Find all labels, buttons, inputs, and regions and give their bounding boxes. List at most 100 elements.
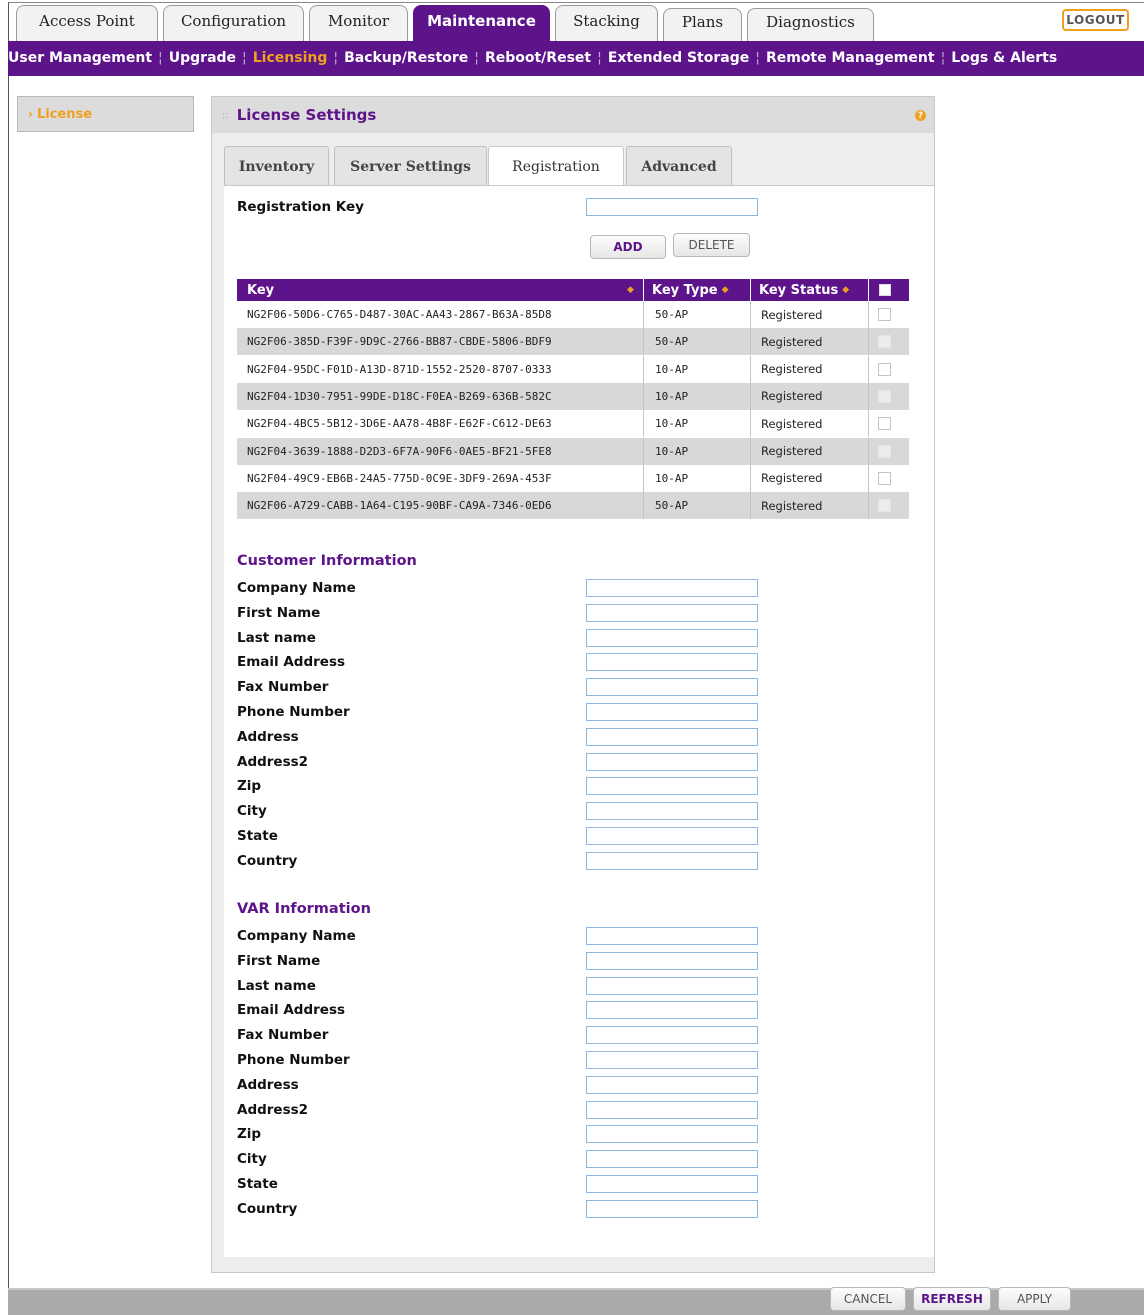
tab-inventory[interactable]: Inventory bbox=[224, 146, 329, 186]
license-settings-panel: :: License Settings ? Inventory Server S… bbox=[211, 96, 935, 1273]
key-table-header: Key ◆ Key Type ◆ Key Status ◆ bbox=[237, 279, 909, 301]
field-label: Address bbox=[237, 728, 299, 745]
drag-handle-icon: :: bbox=[222, 109, 229, 121]
add-button[interactable]: ADD bbox=[590, 235, 666, 259]
column-divider bbox=[868, 382, 869, 410]
column-divider bbox=[643, 382, 644, 410]
field-input[interactable] bbox=[586, 1100, 758, 1119]
field-input[interactable] bbox=[586, 579, 758, 597]
subnav-upgrade[interactable]: Upgrade bbox=[169, 50, 236, 66]
subnav-remote-management[interactable]: Remote Management bbox=[766, 50, 935, 66]
field-label: City bbox=[237, 803, 267, 820]
column-divider bbox=[643, 355, 644, 383]
sidebar-item-license[interactable]: › License bbox=[17, 96, 194, 132]
apply-button[interactable]: APPLY bbox=[998, 1287, 1071, 1311]
column-divider bbox=[750, 301, 751, 328]
tab-registration[interactable]: Registration bbox=[488, 146, 624, 187]
key-type-cell: 10-AP bbox=[655, 389, 689, 403]
help-icon[interactable]: ? bbox=[915, 110, 926, 121]
delete-button[interactable]: DELETE bbox=[673, 233, 750, 257]
field-label: Phone Number bbox=[237, 1052, 350, 1068]
tab-diagnostics[interactable]: Diagnostics bbox=[747, 8, 874, 41]
field-input[interactable] bbox=[586, 827, 758, 845]
table-row[interactable]: NG2F04-95DC-F01D-A13D-871D-1552-2520-870… bbox=[237, 355, 909, 383]
tab-configuration[interactable]: Configuration bbox=[163, 5, 304, 41]
row-checkbox[interactable] bbox=[878, 499, 891, 513]
field-input[interactable] bbox=[586, 1150, 758, 1169]
tab-monitor[interactable]: Monitor bbox=[309, 5, 408, 41]
tab-plans[interactable]: Plans bbox=[663, 8, 742, 41]
column-divider bbox=[750, 464, 751, 492]
column-divider bbox=[750, 355, 751, 383]
subnav-extended-storage[interactable]: Extended Storage bbox=[608, 50, 749, 66]
subnav-user-management[interactable]: User Management bbox=[8, 50, 152, 66]
field-input[interactable] bbox=[586, 727, 758, 746]
table-row[interactable]: NG2F06-A729-CABB-1A64-C195-90BF-CA9A-734… bbox=[237, 492, 909, 520]
row-checkbox[interactable] bbox=[878, 308, 891, 321]
table-row[interactable]: NG2F04-4BC5-5B12-3D6E-AA78-4B8F-E62F-C61… bbox=[237, 410, 909, 438]
row-checkbox[interactable] bbox=[878, 335, 891, 349]
sort-icon: ◆ bbox=[842, 285, 850, 295]
field-input[interactable] bbox=[586, 777, 758, 796]
field-input[interactable] bbox=[586, 1051, 758, 1069]
field-input[interactable] bbox=[586, 976, 758, 995]
cancel-button[interactable]: CANCEL bbox=[830, 1287, 906, 1311]
row-checkbox[interactable] bbox=[878, 362, 891, 376]
registration-key-input[interactable] bbox=[586, 198, 758, 216]
column-header-key-type[interactable]: Key Type ◆ bbox=[652, 279, 752, 301]
field-input[interactable] bbox=[586, 1199, 758, 1218]
key-cell: NG2F04-4BC5-5B12-3D6E-AA78-4B8F-E62F-C61… bbox=[247, 417, 552, 431]
tab-server-settings[interactable]: Server Settings bbox=[334, 146, 487, 186]
table-row[interactable]: NG2F06-385D-F39F-9D9C-2766-BB87-CBDE-580… bbox=[237, 328, 909, 356]
logout-button[interactable]: LOGOUT bbox=[1062, 9, 1129, 31]
row-checkbox[interactable] bbox=[878, 389, 891, 403]
subnav-backup-restore[interactable]: Backup/Restore bbox=[344, 50, 468, 66]
field-input[interactable] bbox=[586, 802, 758, 821]
table-row[interactable]: NG2F06-50D6-C765-D487-30AC-AA43-2867-B63… bbox=[237, 301, 909, 328]
row-checkbox[interactable] bbox=[878, 417, 891, 431]
field-input[interactable] bbox=[586, 851, 758, 870]
tab-stacking[interactable]: Stacking bbox=[555, 5, 658, 41]
tab-access-point[interactable]: Access Point bbox=[16, 5, 158, 41]
row-checkbox[interactable] bbox=[878, 471, 891, 485]
column-header-key[interactable]: Key bbox=[247, 279, 637, 301]
field-input[interactable] bbox=[586, 653, 758, 672]
subnav-reboot-reset[interactable]: Reboot/Reset bbox=[485, 50, 591, 66]
table-row[interactable]: NG2F04-49C9-EB6B-24A5-775D-0C9E-3DF9-269… bbox=[237, 464, 909, 492]
field-input[interactable] bbox=[586, 628, 758, 647]
sort-icon[interactable]: ◆ bbox=[623, 279, 634, 301]
key-cell: NG2F04-49C9-EB6B-24A5-775D-0C9E-3DF9-269… bbox=[247, 471, 552, 485]
tab-maintenance[interactable]: Maintenance bbox=[413, 5, 550, 41]
field-input[interactable] bbox=[586, 951, 758, 970]
key-type-cell: 10-AP bbox=[655, 471, 689, 485]
tab-advanced[interactable]: Advanced bbox=[626, 146, 732, 186]
field-input[interactable] bbox=[586, 1001, 758, 1020]
column-divider bbox=[750, 328, 751, 356]
key-cell: NG2F06-385D-F39F-9D9C-2766-BB87-CBDE-580… bbox=[247, 335, 552, 349]
key-type-cell: 10-AP bbox=[655, 362, 689, 376]
refresh-button[interactable]: REFRESH bbox=[913, 1287, 991, 1311]
field-input[interactable] bbox=[586, 1125, 758, 1144]
field-label: Phone Number bbox=[237, 704, 350, 720]
field-input[interactable] bbox=[586, 1075, 758, 1094]
field-input[interactable] bbox=[586, 703, 758, 721]
field-input[interactable] bbox=[586, 603, 758, 622]
table-row[interactable]: NG2F04-3639-1888-D2D3-6F7A-90F6-0AE5-BF2… bbox=[237, 437, 909, 465]
field-input[interactable] bbox=[586, 1175, 758, 1193]
column-divider bbox=[643, 437, 644, 465]
select-all-checkbox[interactable] bbox=[879, 284, 891, 296]
subnav-licensing[interactable]: Licensing bbox=[253, 50, 328, 66]
column-divider bbox=[643, 279, 644, 301]
table-row[interactable]: NG2F04-1D30-7951-99DE-D18C-F0EA-B269-636… bbox=[237, 382, 909, 410]
column-header-key-status[interactable]: Key Status ◆ bbox=[759, 279, 869, 301]
field-label: First Name bbox=[237, 604, 321, 621]
field-label: Country bbox=[237, 852, 298, 869]
subnav-logs-alerts[interactable]: Logs & Alerts bbox=[951, 50, 1057, 66]
field-input[interactable] bbox=[586, 1026, 758, 1045]
column-divider bbox=[750, 492, 751, 520]
field-label: Email Address bbox=[237, 1002, 346, 1019]
field-input[interactable] bbox=[586, 752, 758, 771]
field-input[interactable] bbox=[586, 927, 758, 945]
field-input[interactable] bbox=[586, 678, 758, 697]
row-checkbox[interactable] bbox=[878, 444, 891, 458]
